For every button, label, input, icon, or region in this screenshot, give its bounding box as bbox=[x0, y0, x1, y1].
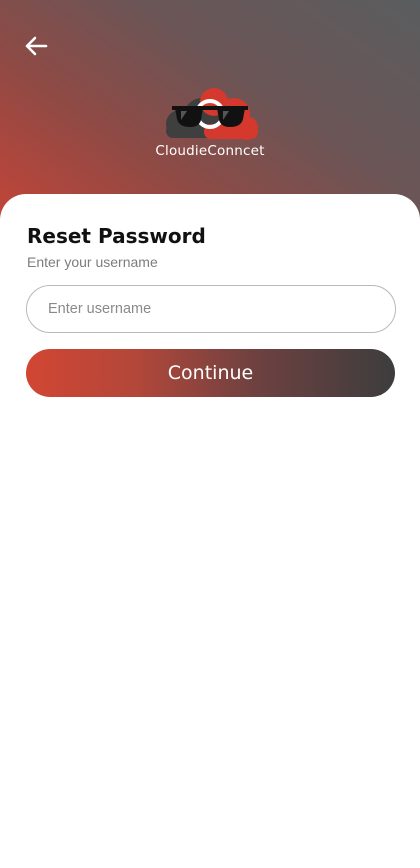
continue-button[interactable]: Continue bbox=[26, 349, 395, 397]
page-title: Reset Password bbox=[27, 224, 206, 248]
username-input[interactable] bbox=[26, 285, 396, 333]
back-button[interactable] bbox=[18, 30, 54, 62]
cloud-sunglasses-logo-icon bbox=[166, 88, 258, 140]
page-subtitle: Enter your username bbox=[27, 254, 158, 270]
reset-password-card: Reset Password Enter your username Conti… bbox=[0, 194, 420, 868]
brand-name: CloudieConncet bbox=[155, 143, 265, 159]
arrow-left-icon bbox=[25, 36, 48, 56]
